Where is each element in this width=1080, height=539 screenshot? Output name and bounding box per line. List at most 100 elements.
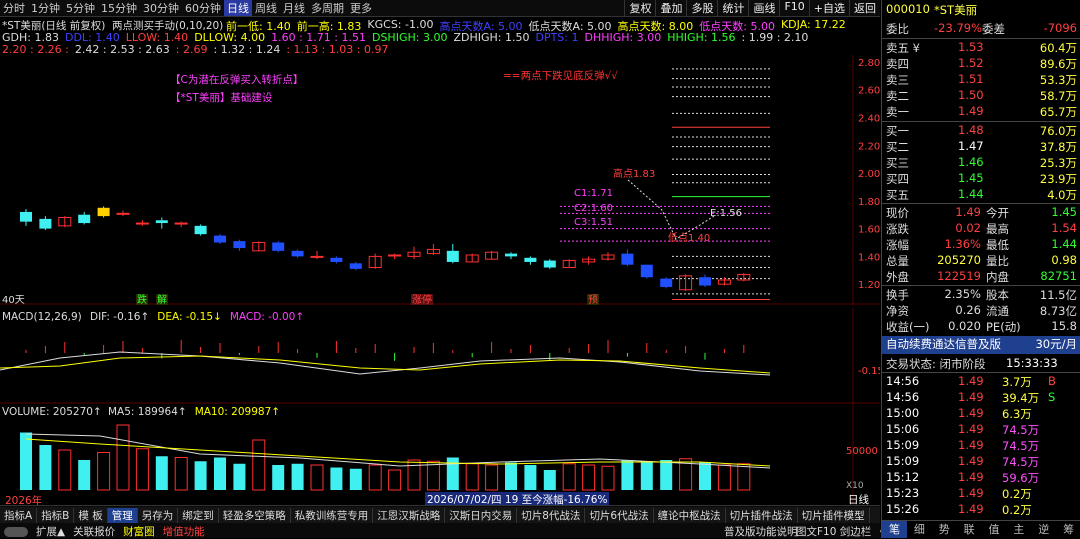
volume-chart[interactable]: 50000 X10 [0,404,880,504]
ext-tab-3[interactable]: 增值功能 [159,524,209,539]
bid-level-0-part-0: 买一 [886,124,909,138]
toolbar-action-0[interactable]: 复权 [624,0,655,16]
stats-row-1: 净资 0.26 流通 8.73亿 [882,303,1080,319]
toggle-icon[interactable] [4,526,28,537]
ask-level-0-part-1: 1.53 [958,40,984,54]
candle-37 [737,273,751,282]
tick-row-7: 15:23 1.49 0.2万 [882,486,1080,502]
toolbar-action-7[interactable]: 返回 [849,0,880,16]
f10-sidebar-link[interactable]: 图文F10 剑边栏 《 [796,524,885,539]
weibi-row-part-0: 委比 [886,22,909,36]
panel-tab-1[interactable]: 细 [907,521,932,538]
indicator-tab-3[interactable]: 管理 [107,507,138,523]
info2-item-10: : 1.99 : 2.10 [741,31,809,44]
ask-level-2-part-2: 53.3万 [1039,73,1077,87]
ext-tab-2[interactable]: 财富圈 [119,524,159,539]
vol-bar-25 [505,462,517,490]
candle-28 [562,259,576,269]
bid-level-3-part-2: 23.9万 [1039,172,1077,186]
indicator-tab-8[interactable]: 江恩汉斯战略 [373,507,446,523]
bid-level-3-part-0: 买四 [886,172,909,186]
panel-tab-5[interactable]: 主 [1006,521,1031,538]
help-link[interactable]: 普及版功能说明 [724,524,798,539]
bid-level-4-part-2: 4.0万 [1047,188,1077,202]
period-tab-1[interactable]: 1分钟 [28,0,63,16]
period-tab-8[interactable]: 月线 [280,0,308,16]
panel-tab-4[interactable]: 值 [982,521,1007,538]
ext-tab-1[interactable]: 关联报价 [69,524,119,539]
vol-ma-value-0: MA5: 189964↑ [108,406,187,418]
vol-bar-0 [20,432,32,490]
indicator-tab-10[interactable]: 切片8代战法 [517,507,586,523]
vol-bar-30 [601,465,615,491]
indicator-tab-5[interactable]: 绑定到 [178,507,219,523]
period-tab-7[interactable]: 周线 [252,0,280,16]
tick-row-3: 15:06 1.49 74.5万 [882,422,1080,438]
indicator-tab-13[interactable]: 切片插件战法 [726,507,798,523]
quote-row-3-part-2: 量比 [986,254,1009,268]
chart-note-0: 【C为潜在反弹买入转折点】 [170,73,303,86]
vol-bar-8 [174,457,188,491]
toolbar-action-4[interactable]: 画线 [748,0,779,16]
indicator-tab-7[interactable]: 私教训练营专用 [291,507,374,523]
tick-row-5: 15:09 1.49 74.5万 [882,454,1080,470]
tick-row-0-part-0: 14:56 [886,374,920,388]
period-tab-10[interactable]: 更多 [347,0,375,16]
indicator-tab-1[interactable]: 指标B [37,507,75,523]
price-tick-3: 2.20 [858,141,880,152]
candle-18 [368,253,382,269]
toolbar-action-3[interactable]: 统计 [717,0,748,16]
candle-12 [252,241,266,252]
panel-tab-7[interactable]: 筹 [1056,521,1080,538]
toolbar-action-6[interactable]: +自选 [808,0,849,16]
quote-row-3-part-3: 0.98 [1051,253,1077,267]
period-tab-4[interactable]: 30分钟 [140,0,182,16]
indicator-tab-12[interactable]: 缠论中枢战法 [654,507,726,523]
panel-tab-0[interactable]: 笔 [882,521,907,538]
toolbar-action-2[interactable]: 多股 [686,0,717,16]
vol-bar-18 [368,464,382,491]
period-tab-0[interactable]: 分时 [0,0,28,16]
candle-24 [485,250,499,260]
indicator-tab-14[interactable]: 切片插件模型 [798,507,870,523]
candle-27 [543,259,556,269]
candle-6 [135,220,149,226]
quote-row-2-part-0: 涨幅 [886,238,909,252]
toolbar-action-1[interactable]: 叠加 [655,0,686,16]
ask-level-1-part-1: 1.52 [958,56,984,70]
vol-bar-33 [660,460,673,490]
panel-tab-6[interactable]: 逆 [1031,521,1056,538]
ext-tab-0[interactable]: 扩展▲ [32,524,69,539]
indicator-tab-6[interactable]: 轻盈多空策略 [219,507,291,523]
ask-level-4: 卖一 1.49 65.7万 [882,104,1080,120]
candlestick-chart[interactable]: 2.80 2.60 2.40 2.20 2.00 1.80 1.60 1.40 1.20 【C为潜… [0,55,880,305]
period-tab-6[interactable]: 日线 [224,0,252,16]
period-tab-9[interactable]: 多周期 [308,0,347,16]
indicator-tab-0[interactable]: 指标A [0,507,38,523]
vol-bar-12 [252,439,266,491]
quote-row-0-part-1: 1.49 [955,205,981,219]
macd-value-2: MACD: -0.00↑ [229,311,305,323]
period-tab-5[interactable]: 60分钟 [182,0,224,16]
quote-row-4-part-3: 82751 [1040,269,1077,283]
stock-header-part-1: *ST美丽 [934,3,978,17]
tick-row-2-part-0: 15:00 [886,406,920,420]
candle-21 [426,243,440,255]
bid-level-3-part-1: 1.45 [958,171,984,185]
indicator-tab-2[interactable]: 模 板 [74,507,108,523]
panel-tab-2[interactable]: 势 [932,521,957,538]
tick-row-7-part-0: 15:23 [886,486,920,500]
stats-row-0-part-1: 2.35% [944,287,981,301]
indicator-tab-9[interactable]: 汉斯日内交易 [445,507,518,523]
period-tab-3[interactable]: 15分钟 [98,0,140,16]
toolbar-actions: 复权 叠加 多股 统计 画线 F10 +自选 返回 [624,0,880,16]
bid-level-1-part-0: 买二 [886,140,909,154]
stats-row-1-part-2: 流通 [986,304,1009,318]
candle-16 [330,256,343,264]
quote-panel: 000010 *ST美丽 委比 -23.79% 委差 -7096 卖五 ¥ 1.53 60.4万… [881,0,1080,538]
toolbar-action-5[interactable]: F10 [779,0,808,16]
indicator-tab-11[interactable]: 切片6代战法 [585,507,654,523]
period-tab-2[interactable]: 5分钟 [63,0,98,16]
panel-tab-3[interactable]: 联 [957,521,982,538]
indicator-tab-4[interactable]: 另存为 [138,507,179,523]
